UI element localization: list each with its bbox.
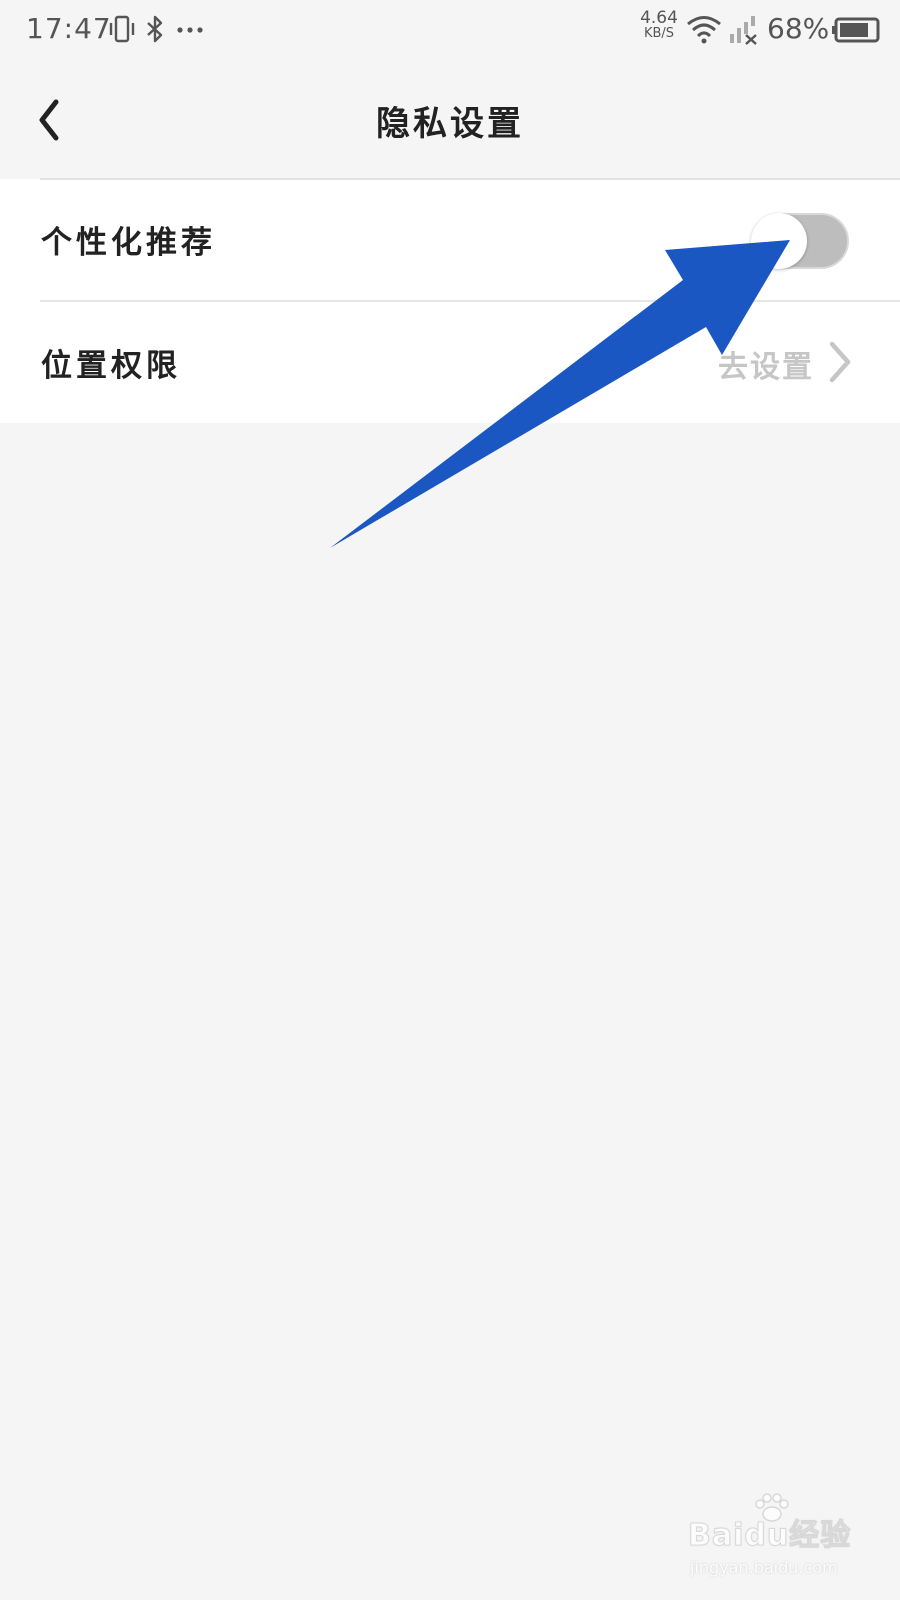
settings-row-personalized-recommendation[interactable]: 个性化推荐 <box>0 179 900 302</box>
wifi-icon <box>687 16 721 44</box>
settings-list: 个性化推荐 位置权限 去设置 <box>0 179 900 423</box>
more-dots-icon <box>177 27 203 33</box>
watermark-brand: Baidu经验 <box>687 1518 852 1554</box>
personalized-recommendation-toggle[interactable] <box>751 213 849 269</box>
page-title: 隐私设置 <box>376 104 524 144</box>
baidu-watermark: Baidu经验 jingyan.baidu.com <box>687 1493 858 1590</box>
vibrate-icon <box>109 15 135 43</box>
net-speed-value: 4.64 <box>640 8 678 28</box>
settings-row-location-permission[interactable]: 位置权限 去设置 <box>0 302 900 423</box>
list-top-divider <box>40 178 900 180</box>
status-time: 17:47 <box>26 12 112 45</box>
toggle-knob <box>751 213 807 269</box>
header-bar: 隐私设置 <box>0 62 900 178</box>
bluetooth-icon <box>147 15 163 43</box>
battery-icon <box>832 17 880 43</box>
chevron-right-icon <box>829 341 851 383</box>
signal-icon <box>730 16 757 45</box>
screen: 17:47 4.64 KB/S 68% 隐私设置 个性化推荐 位置权限 去设置 … <box>0 0 900 1600</box>
status-bar: 17:47 4.64 KB/S 68% <box>0 0 900 62</box>
watermark-url: jingyan.baidu.com <box>690 1558 838 1577</box>
go-settings-link[interactable]: 去设置 <box>718 342 814 386</box>
battery-percent: 68% <box>767 12 830 45</box>
net-speed: 4.64 KB/S <box>636 8 682 42</box>
net-speed-unit: KB/S <box>643 26 675 41</box>
row-label: 位置权限 <box>41 348 181 384</box>
row-label: 个性化推荐 <box>41 225 216 261</box>
